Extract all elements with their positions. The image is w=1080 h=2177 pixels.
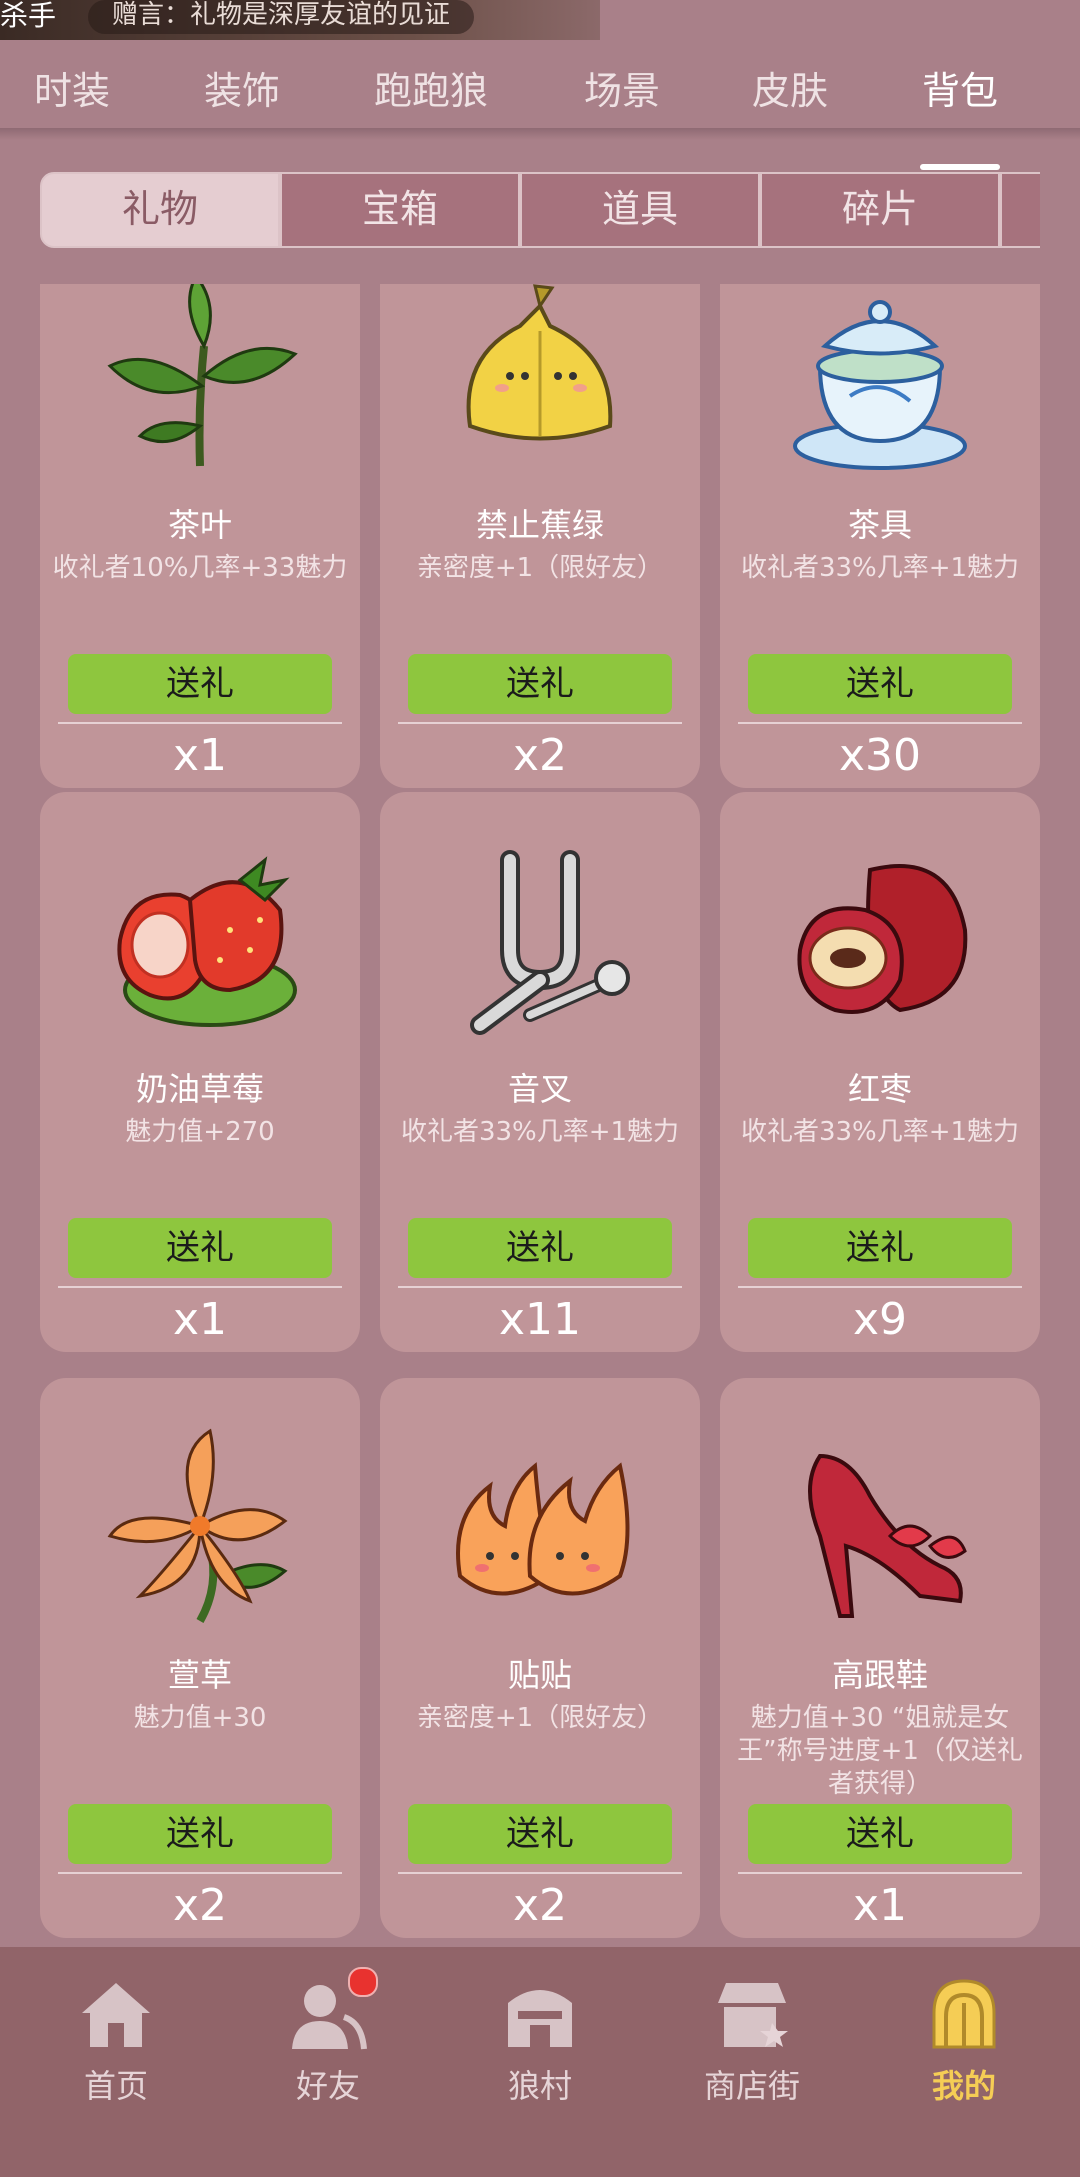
gift-quantity: x2 [512,1880,568,1931]
gift-quantity: x1 [172,1294,228,1345]
gift-description: 收礼者33%几率+1魅力 [400,1117,680,1147]
notification-dot [348,1967,378,1997]
send-gift-button[interactable]: 送礼 [748,654,1012,714]
home-icon [74,1973,158,2057]
gift-card[interactable]: 禁止蕉绿 亲密度+1（限好友） 送礼 x2 [380,284,700,788]
subtab-props[interactable]: 道具 [520,172,760,248]
gift-description: 亲密度+1（限好友） [416,553,664,583]
bottom-nav-label: 狼村 [507,2067,572,2105]
send-gift-button[interactable]: 送礼 [68,1804,332,1864]
nav-divider [0,128,1080,140]
gift-grid: 茶叶 收礼者10%几率+33魅力 送礼 x1 禁止蕉绿 亲密度+1（限好友） 送… [0,284,1080,1947]
gift-card[interactable]: 红枣 收礼者33%几率+1魅力 送礼 x9 [720,792,1040,1352]
divider [58,1286,342,1288]
gift-name: 红枣 [847,1070,912,1108]
subtab-more[interactable] [1000,172,1040,248]
bottom-nav-home[interactable]: 首页 [36,1973,196,2107]
tea-set-icon [793,300,967,470]
send-gift-button[interactable]: 送礼 [748,1804,1012,1864]
subtab-chests[interactable]: 宝箱 [280,172,520,248]
gift-card[interactable]: 高跟鞋 魅力值+30 “姐就是女王”称号进度+1（仅送礼者获得） 送礼 x1 [720,1378,1040,1938]
divider [398,1872,682,1874]
gift-name: 茶叶 [167,506,232,544]
gift-quantity: x2 [512,730,568,781]
friends-icon [286,1967,378,2057]
banana-icon [466,284,613,441]
gift-quantity: x11 [498,1294,582,1345]
gift-quantity: x30 [838,730,922,781]
send-gift-button[interactable]: 送礼 [748,1218,1012,1278]
gift-name: 贴贴 [507,1656,572,1694]
gift-card[interactable]: 茶叶 收礼者10%几率+33魅力 送礼 x1 [40,284,360,788]
gift-name: 奶油草莓 [135,1070,264,1108]
gift-card[interactable]: 贴贴 亲密度+1（限好友） 送礼 x2 [380,1378,700,1938]
gift-card[interactable]: 萱草 魅力值+30 送礼 x2 [40,1378,360,1938]
gift-description: 魅力值+270 [125,1117,275,1147]
gift-card[interactable]: 音叉 收礼者33%几率+1魅力 送礼 x11 [380,792,700,1352]
divider [58,722,342,724]
gift-quantity: x1 [172,730,228,781]
subtab-gifts[interactable]: 礼物 [40,172,280,248]
tab-runner-wolf[interactable]: 跑跑狼 [374,60,488,115]
village-icon [498,1973,582,2057]
tab-fashion[interactable]: 时装 [34,60,110,115]
strawberry-icon [117,856,297,1027]
gift-quantity: x9 [852,1294,908,1345]
bottom-nav-label: 我的 [931,2067,996,2105]
send-gift-button[interactable]: 送礼 [68,654,332,714]
divider [58,1872,342,1874]
divider [738,1872,1022,1874]
red-date-icon [797,864,968,1014]
bottom-nav-label: 好友 [295,2067,360,2105]
subtab-fragments[interactable]: 碎片 [760,172,1000,248]
bottom-nav-label: 商店街 [703,2067,800,2105]
tab-scene[interactable]: 场景 [584,60,660,115]
bottom-nav-village[interactable]: 狼村 [460,1973,620,2107]
gift-description: 收礼者10%几率+33魅力 [52,553,348,583]
gift-card[interactable]: 奶油草莓 魅力值+270 送礼 x1 [40,792,360,1352]
gift-name: 萱草 [167,1656,232,1694]
send-gift-button[interactable]: 送礼 [408,1218,672,1278]
tab-skin[interactable]: 皮肤 [752,60,828,115]
send-gift-button[interactable]: 送礼 [68,1218,332,1278]
send-gift-button[interactable]: 送礼 [408,654,672,714]
bottom-nav-friends[interactable]: 好友 [248,1967,408,2107]
gift-description: 魅力值+30 “姐就是女王”称号进度+1（仅送礼者获得） [737,1703,1023,1799]
daylily-icon [107,1428,288,1623]
tea-leaf-icon [107,284,298,467]
active-tab-underline [920,164,1000,170]
gift-quantity: x2 [172,1880,228,1931]
high-heel-icon [808,1453,967,1618]
send-gift-button[interactable]: 送礼 [408,1804,672,1864]
tab-backpack[interactable]: 背包 [922,60,998,115]
bottom-nav-me[interactable]: 我的 [884,1973,1044,2107]
gift-name: 高跟鞋 [831,1656,928,1694]
gift-message: 赠言：礼物是深厚友谊的见证 [88,0,475,34]
divider [398,1286,682,1288]
gift-card[interactable]: 茶具 收礼者33%几率+1魅力 送礼 x30 [720,284,1040,788]
gift-name: 音叉 [507,1070,572,1108]
bottom-nav-shop[interactable]: 商店街 [672,1973,832,2107]
gift-description: 魅力值+30 [133,1703,267,1733]
gift-message-bar: 杀手 赠言：礼物是深厚友谊的见证 [0,0,600,40]
tab-decoration[interactable]: 装饰 [204,60,280,115]
tuning-fork-icon [470,850,630,1035]
gift-name: 禁止蕉绿 [475,506,604,544]
bottom-navigation: 首页 好友 狼村 商店街 我的 [0,1947,1080,2177]
shop-icon [710,1973,794,2057]
bottom-nav-label: 首页 [83,2067,148,2105]
gift-quantity: x1 [852,1880,908,1931]
sender-name: 杀手 [0,0,57,32]
divider [738,1286,1022,1288]
me-icon [922,1973,1006,2057]
divider [738,722,1022,724]
category-nav: 时装 装饰 跑跑狼 场景 皮肤 背包 [0,40,1080,170]
gift-description: 收礼者33%几率+1魅力 [740,553,1020,583]
gift-description: 亲密度+1（限好友） [416,1703,664,1733]
gift-description: 收礼者33%几率+1魅力 [740,1117,1020,1147]
backpack-subtabs: 礼物 宝箱 道具 碎片 [40,172,1040,250]
gift-name: 茶具 [847,506,912,544]
divider [398,722,682,724]
flames-icon [456,1462,630,1596]
